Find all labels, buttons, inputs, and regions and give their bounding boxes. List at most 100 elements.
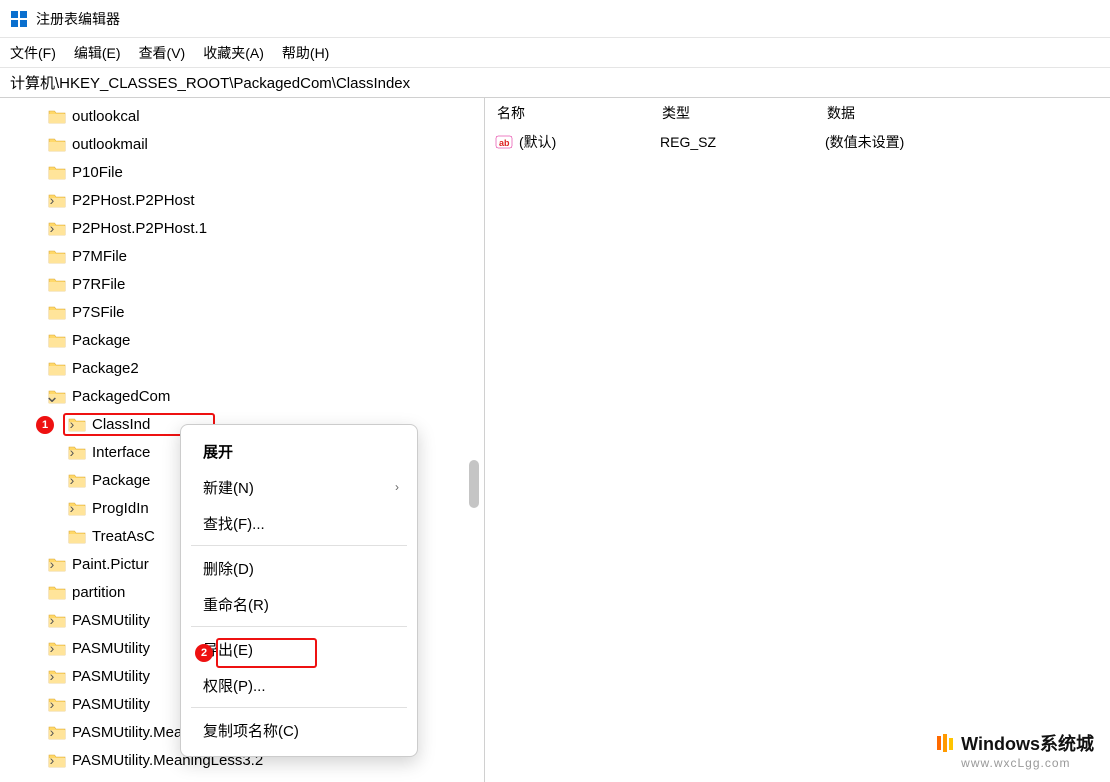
chevron-icon[interactable]: › <box>65 445 79 459</box>
col-header-data[interactable]: 数据 <box>827 103 1110 123</box>
chevron-icon[interactable]: › <box>45 613 59 627</box>
menu-file[interactable]: 文件(F) <box>10 43 56 63</box>
tree-item-label: P7RFile <box>72 276 125 293</box>
folder-icon <box>48 277 66 292</box>
tree-item-label: PASMUtility <box>72 668 150 685</box>
menu-separator <box>191 545 407 546</box>
col-header-name[interactable]: 名称 <box>497 103 662 123</box>
tree-item-label: P7MFile <box>72 248 127 265</box>
context-menu-label: 复制项名称(C) <box>203 720 299 741</box>
context-menu-label: 查找(F)... <box>203 513 265 534</box>
value-data: (数值未设置) <box>825 132 1110 152</box>
tree-item-label: TreatAsC <box>92 528 155 545</box>
tree-scrollbar-thumb[interactable] <box>469 460 479 508</box>
chevron-icon[interactable]: › <box>45 753 59 767</box>
folder-icon <box>68 529 86 544</box>
context-menu-item[interactable]: 删除(D) <box>181 550 417 586</box>
context-menu-label: 删除(D) <box>203 558 254 579</box>
tree-item[interactable]: Package <box>0 326 484 354</box>
tree-item-label: Interface <box>92 444 150 461</box>
values-panel: 名称 类型 数据 ab (默认) REG_SZ (数值未设置) <box>485 98 1110 782</box>
menu-separator <box>191 707 407 708</box>
address-bar <box>0 68 1110 98</box>
folder-icon <box>48 249 66 264</box>
context-menu-label: 重命名(R) <box>203 594 269 615</box>
string-value-icon: ab <box>495 133 513 151</box>
menu-separator <box>191 626 407 627</box>
watermark: Windows系统城 www.wxcLgg.com <box>935 730 1094 770</box>
tree-item[interactable]: › P2PHost.P2PHost.1 <box>0 214 484 242</box>
folder-icon <box>48 109 66 124</box>
folder-icon <box>48 333 66 348</box>
submenu-arrow-icon: › <box>395 480 399 494</box>
context-menu-label: 新建(N) <box>203 477 254 498</box>
tree-item-label: partition <box>72 584 125 601</box>
tree-item-label: outlookcal <box>72 108 140 125</box>
chevron-icon[interactable]: › <box>45 221 59 235</box>
context-menu-label: 权限(P)... <box>203 675 266 696</box>
menubar: 文件(F) 编辑(E) 查看(V) 收藏夹(A) 帮助(H) <box>0 38 1110 68</box>
address-input[interactable] <box>10 74 1100 91</box>
chevron-icon[interactable]: › <box>65 473 79 487</box>
tree-item[interactable]: › P2PHost.P2PHost <box>0 186 484 214</box>
chevron-icon[interactable]: › <box>45 641 59 655</box>
folder-icon <box>48 137 66 152</box>
context-menu-item[interactable]: 查找(F)... <box>181 505 417 541</box>
chevron-icon[interactable]: › <box>45 725 59 739</box>
context-menu-item[interactable]: 权限(P)... <box>181 667 417 703</box>
window-title: 注册表编辑器 <box>36 9 120 29</box>
chevron-icon[interactable]: › <box>45 697 59 711</box>
tree-item-label: P2PHost.P2PHost.1 <box>72 220 207 237</box>
tree-item-label: P2PHost.P2PHost <box>72 192 195 209</box>
folder-icon <box>48 305 66 320</box>
value-name: (默认) <box>519 132 556 152</box>
context-menu-item[interactable]: 重命名(R) <box>181 586 417 622</box>
tree-item-label: outlookmail <box>72 136 148 153</box>
chevron-icon[interactable]: ⌄ <box>45 389 59 403</box>
tree-item[interactable]: P7MFile <box>0 242 484 270</box>
context-menu-item[interactable]: 新建(N) › <box>181 469 417 505</box>
tree-item[interactable]: P7SFile <box>0 298 484 326</box>
menu-help[interactable]: 帮助(H) <box>282 43 329 63</box>
context-menu-item[interactable]: 展开 <box>181 433 417 469</box>
tree-item-label: PASMUtility <box>72 640 150 657</box>
context-menu-label: 展开 <box>203 441 233 462</box>
tree-item-label: Package2 <box>72 360 139 377</box>
tree-item[interactable]: P10File <box>0 158 484 186</box>
value-row[interactable]: ab (默认) REG_SZ (数值未设置) <box>485 128 1110 156</box>
tree-item-label: PASMUtility <box>72 696 150 713</box>
col-header-type[interactable]: 类型 <box>662 103 827 123</box>
tree-item[interactable]: Package2 <box>0 354 484 382</box>
chevron-icon[interactable]: › <box>45 193 59 207</box>
values-header: 名称 类型 数据 <box>485 98 1110 128</box>
menu-view[interactable]: 查看(V) <box>139 43 186 63</box>
tree-item-label: Package <box>92 472 150 489</box>
folder-icon <box>48 361 66 376</box>
watermark-url: www.wxcLgg.com <box>961 756 1070 770</box>
tree-item-label: ProgIdIn <box>92 500 149 517</box>
tree-item-label: P7SFile <box>72 304 125 321</box>
tree-item-label: PackagedCom <box>72 388 170 405</box>
value-type: REG_SZ <box>660 134 825 150</box>
menu-favorites[interactable]: 收藏夹(A) <box>203 43 264 63</box>
menu-edit[interactable]: 编辑(E) <box>74 43 121 63</box>
titlebar: 注册表编辑器 <box>0 0 1110 38</box>
watermark-logo-icon <box>935 732 957 754</box>
tree-item-label: Package <box>72 332 130 349</box>
chevron-icon[interactable]: › <box>65 501 79 515</box>
chevron-icon[interactable]: › <box>45 557 59 571</box>
tree-item[interactable]: outlookcal <box>0 102 484 130</box>
highlight-permissions <box>216 638 317 668</box>
context-menu: 展开新建(N)›查找(F)...删除(D)重命名(R)导出(E)权限(P)...… <box>180 424 418 757</box>
tree-item[interactable]: ⌄ PackagedCom <box>0 382 484 410</box>
regedit-app-icon <box>10 10 28 28</box>
folder-icon <box>48 585 66 600</box>
context-menu-item[interactable]: 复制项名称(C) <box>181 712 417 748</box>
tree-item[interactable]: outlookmail <box>0 130 484 158</box>
badge-1: 1 <box>36 416 54 434</box>
tree-item[interactable]: P7RFile <box>0 270 484 298</box>
folder-icon <box>48 165 66 180</box>
chevron-icon[interactable]: › <box>45 669 59 683</box>
badge-2: 2 <box>195 644 213 662</box>
tree-item-label: PASMUtility <box>72 612 150 629</box>
